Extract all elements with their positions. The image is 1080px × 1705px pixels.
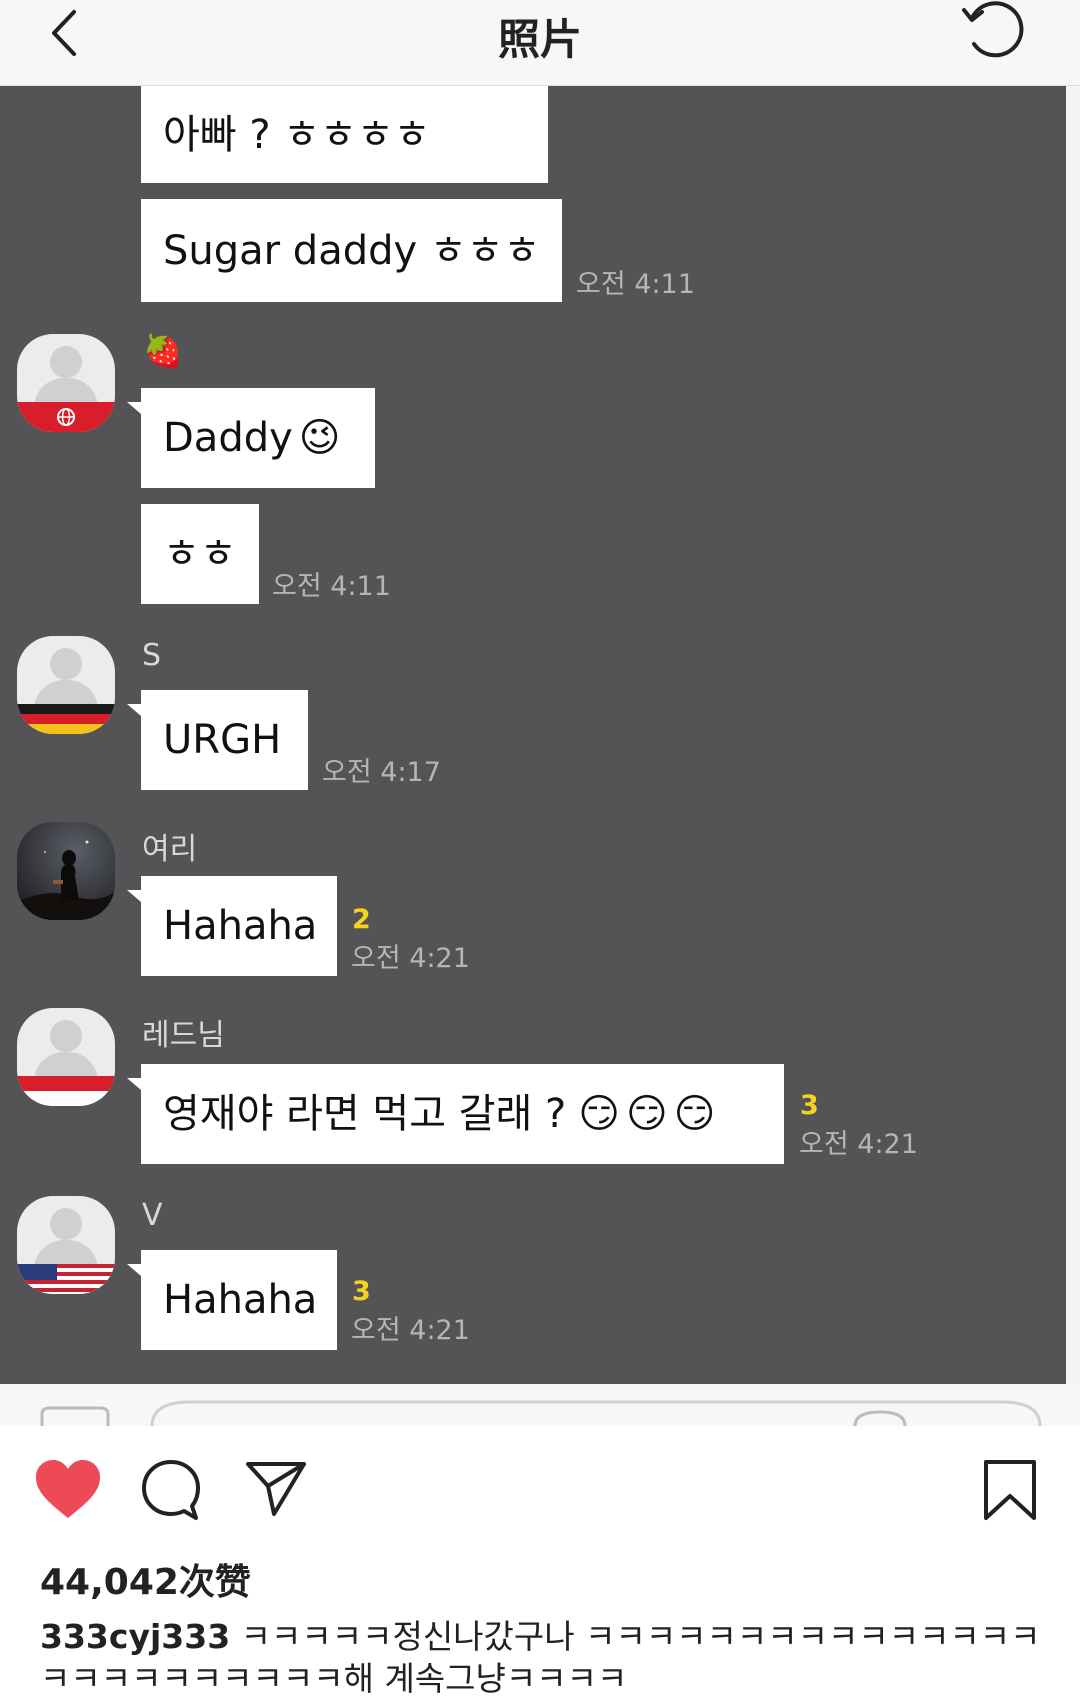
chat-bubble: Hahaha [127, 1250, 337, 1350]
sender-name: V [142, 1198, 163, 1233]
message-text: 영재야 라면 먹고 갈래 ? [163, 1091, 567, 1137]
message-time: 오전 4:11 [576, 269, 695, 300]
share-button[interactable] [244, 1458, 308, 1522]
top-nav-bar: 照片 [0, 0, 1080, 86]
unread-count: 2 [352, 904, 371, 935]
caption-username[interactable]: 333cyj333 [40, 1617, 230, 1656]
input-bar-outline [40, 1400, 1042, 1426]
avatar[interactable] [17, 1008, 115, 1106]
comment-icon [142, 1460, 200, 1520]
like-button[interactable] [34, 1458, 102, 1524]
avatar[interactable] [17, 1196, 115, 1294]
avatar[interactable] [17, 636, 115, 734]
message-text: Hahaha [163, 903, 318, 949]
chat-bubble: URGH [127, 690, 308, 790]
message-text: URGH [163, 717, 282, 763]
comment-button[interactable] [140, 1458, 202, 1526]
chat-bubble: 영재야 라면 먹고 갈래 ? 😏😏😏 [127, 1064, 784, 1164]
chat-screenshot: 아빠 ? ㅎㅎㅎㅎ Sugar daddy ㅎㅎㅎ 오전 4:11 🍓 Dadd… [0, 86, 1080, 1384]
avatar[interactable] [17, 822, 115, 920]
paper-plane-icon [246, 1462, 306, 1516]
message-time: 오전 4:21 [351, 1315, 470, 1346]
rotate-button[interactable] [958, 0, 1028, 64]
usa-flag-icon [17, 1264, 115, 1294]
message-text: Sugar daddy ㅎㅎㅎ [163, 227, 541, 274]
smirk-emoji: 😏😏😏 [578, 1091, 722, 1137]
rotate-icon [962, 1, 1024, 58]
message-text: Daddy [163, 415, 293, 461]
globe-flag-icon [17, 402, 115, 432]
bookmark-icon [984, 1460, 1036, 1520]
like-count[interactable]: 44,042次赞 [40, 1553, 251, 1605]
chat-input-bar [0, 1384, 1080, 1426]
avatar[interactable] [17, 334, 115, 432]
message-text: Hahaha [163, 1277, 318, 1323]
sender-emoji: 🍓 [143, 332, 183, 370]
sender-name: 여리 [142, 832, 198, 867]
poland-flag-icon [17, 1076, 115, 1106]
post-caption: 333cyj333 ㅋㅋㅋㅋㅋ정신나갔구나 ㅋㅋㅋㅋㅋㅋㅋㅋㅋㅋㅋㅋㅋㅋㅋㅋㅋㅋ… [40, 1616, 1050, 1700]
wink-emoji: 😉 [298, 415, 341, 461]
chat-bubble: Daddy 😉 [127, 388, 375, 488]
chat-bubble: ㅎㅎ [141, 504, 259, 604]
post-action-bar [0, 1440, 1080, 1550]
message-time: 오전 4:21 [351, 943, 470, 974]
message-text: ㅎㅎ [163, 531, 237, 577]
unread-count: 3 [352, 1276, 371, 1307]
heart-icon [36, 1460, 100, 1518]
heart-shape [36, 1460, 100, 1518]
screenshot-edge [1066, 86, 1080, 1384]
message-time: 오전 4:21 [799, 1129, 918, 1160]
save-button[interactable] [982, 1458, 1038, 1526]
message-time: 오전 4:11 [272, 571, 391, 602]
sender-name: S [142, 638, 162, 673]
chat-bubble: Hahaha [127, 876, 337, 976]
chat-bubble: 아빠 ? ㅎㅎㅎㅎ [141, 86, 548, 183]
chat-bubble: Sugar daddy ㅎㅎㅎ [141, 199, 562, 302]
night-sky-photo-icon [17, 822, 115, 920]
germany-flag-icon [17, 704, 115, 734]
sender-name: 레드님 [142, 1018, 225, 1053]
unread-count: 3 [800, 1090, 819, 1121]
message-text: 아빠 ? ㅎㅎㅎㅎ [163, 111, 431, 158]
page-title: 照片 [497, 15, 582, 64]
message-time: 오전 4:17 [322, 757, 441, 788]
